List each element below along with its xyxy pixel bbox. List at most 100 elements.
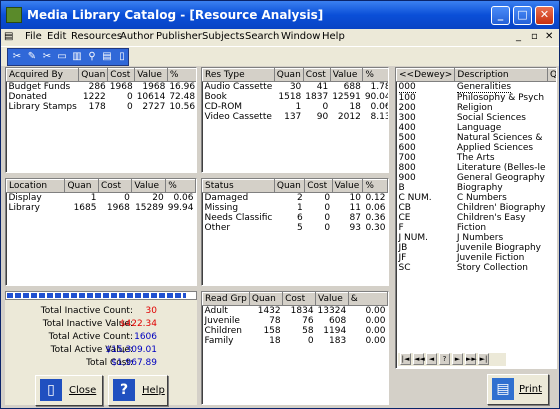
table-row[interactable]: 500 Natural Sciences & 1	[397, 133, 557, 143]
readgrp-header-4[interactable]: &	[347, 292, 388, 306]
menu-resources[interactable]: Resources	[71, 31, 122, 42]
tool-1-icon[interactable]: ✂	[10, 50, 24, 64]
acquired-header-1[interactable]: Quan	[78, 68, 109, 82]
table-row[interactable]: C NUM. C Numbers 57	[397, 193, 557, 203]
readgrp-header-2[interactable]: Cost	[282, 292, 317, 306]
restype-header-0[interactable]: Res Type	[202, 68, 275, 82]
readgrp-header-0[interactable]: Read Grp	[202, 292, 250, 306]
nav-button-3[interactable]: ?	[439, 353, 450, 365]
menu-window[interactable]: Window	[281, 31, 320, 42]
status-header-3[interactable]: Value	[331, 179, 364, 193]
tool-2-icon[interactable]: ✎	[25, 50, 39, 64]
table-row[interactable]: Needs Classific 6 0 87 0.36	[203, 213, 388, 223]
dewey-table[interactable]: <<Dewey>DescriptionQuan000Generalities11…	[395, 67, 557, 369]
menu-publisher[interactable]: Publisher	[156, 31, 202, 42]
table-row[interactable]: Display 1 0 20 0.06	[7, 193, 196, 204]
status-table[interactable]: Status Quan Cost Value% Damaged 2 0 10 0.12 Missi…	[201, 178, 389, 286]
menu-help[interactable]: Help	[322, 31, 345, 42]
mdi-minimize-icon[interactable]: _	[516, 31, 521, 42]
status-header-2[interactable]: Cost	[304, 179, 333, 193]
book-icon[interactable]: ▥	[70, 50, 84, 64]
tool-4-icon[interactable]: ▭	[55, 50, 69, 64]
nav-button-1[interactable]: ◄◄	[413, 353, 425, 365]
table-row[interactable]: JF Juvenile Fiction 41	[397, 253, 557, 263]
print-button[interactable]: ▤ Print	[487, 374, 549, 405]
status-header-0[interactable]: Status	[202, 179, 275, 193]
close-button[interactable]: ▯ Close	[35, 375, 103, 406]
dewey-header-0[interactable]: <<Dewey>	[396, 68, 456, 82]
maximize-button[interactable]: □	[513, 6, 532, 25]
table-row[interactable]: Adult 1432 1834 13324 0.00	[203, 306, 388, 317]
restype-header-3[interactable]: Value	[329, 68, 364, 82]
location-header-2[interactable]: Cost	[97, 179, 133, 193]
table-row[interactable]: Missing 1 0 11 0.06	[203, 203, 388, 213]
menu-search[interactable]: Search	[245, 31, 279, 42]
table-row[interactable]: Video Cassette 137 90 2012 8.13	[203, 112, 389, 122]
table-row[interactable]: F Fiction 273	[397, 223, 557, 233]
nav-button-0[interactable]: |◄	[400, 353, 411, 365]
table-row[interactable]: Audio Cassette 30 41 688 1.78	[203, 82, 389, 93]
minimize-button[interactable]: _	[491, 6, 510, 25]
close-window-button[interactable]: ✕	[535, 6, 554, 25]
location-header-1[interactable]: Quan	[64, 179, 99, 193]
location-table[interactable]: Location Quan Cost Value% Display 1 0 20 0.06 Lib…	[5, 178, 197, 286]
table-row[interactable]: 600 Applied Sciences 62	[397, 143, 557, 153]
readgrp-header-1[interactable]: Quan	[248, 292, 284, 306]
menu-icon[interactable]: ▤	[4, 31, 13, 42]
nav-button-4[interactable]: ►	[452, 353, 463, 365]
mdi-restore-icon[interactable]: ▫	[531, 31, 538, 42]
status-header-1[interactable]: Quan	[273, 179, 306, 193]
table-row[interactable]: 700 The Arts 43	[397, 153, 557, 163]
table-row[interactable]: Budget Funds 286 1968 1968 16.96	[7, 82, 197, 93]
table-row[interactable]: 800 Literature (Belles-le45	[397, 163, 557, 173]
nav-button-5[interactable]: ►►	[465, 353, 477, 365]
table-row[interactable]: Other 5 0 93 0.30	[203, 223, 388, 233]
title-bar[interactable]: Media Library Catalog - [Resource Analys…	[1, 1, 559, 29]
table-row[interactable]: J NUM. J Numbers 23	[397, 233, 557, 243]
menu-subjects[interactable]: Subjects	[202, 31, 245, 42]
readgrp-table[interactable]: Read Grp Quan Cost Value & Adult 1432 1834 13324…	[201, 291, 389, 405]
search-icon[interactable]: ⚲	[85, 50, 99, 64]
table-row[interactable]: 200 Religion 725	[397, 103, 557, 113]
nav-button-6[interactable]: ►|	[478, 353, 489, 365]
mdi-close-icon[interactable]: ✕	[545, 31, 553, 42]
exit-icon[interactable]: ▯	[115, 50, 129, 64]
print-icon[interactable]: ▤	[100, 50, 114, 64]
table-row[interactable]: Library 1685 1968 15289 99.94	[7, 203, 196, 213]
nav-button-2[interactable]: ◄	[426, 353, 437, 365]
table-row[interactable]: SC Story Collection 7	[397, 263, 557, 273]
status-header-4[interactable]: %	[362, 179, 388, 193]
table-row[interactable]: CB Children' Biography1	[397, 203, 557, 213]
location-header-3[interactable]: Value	[131, 179, 167, 193]
table-row[interactable]: Damaged 2 0 10 0.12	[203, 193, 388, 204]
table-row[interactable]: Children 158 58 1194 0.00	[203, 326, 388, 336]
table-row[interactable]: JB Juvenile Biography 13	[397, 243, 557, 253]
help-button[interactable]: ? Help	[108, 375, 168, 406]
acquired-header-3[interactable]: Value	[134, 68, 168, 82]
dewey-header-2[interactable]: Quan	[546, 68, 556, 82]
location-header-4[interactable]: %	[165, 179, 196, 193]
table-row[interactable]: B Biography 110	[397, 183, 557, 193]
table-row[interactable]: 400 Language 4	[397, 123, 557, 133]
table-row[interactable]: 000 Generalities 1	[397, 82, 557, 93]
table-row[interactable]: Library Stamps 178 0 2727 10.56	[7, 102, 197, 112]
acquired-header-0[interactable]: Acquired By	[6, 68, 80, 82]
acquired-header-2[interactable]: Cost	[107, 68, 136, 82]
restype-table[interactable]: Res Type Quan Cost Value% Audio Cassette 30 41…	[201, 67, 389, 173]
table-row[interactable]: 100 Philosophy & Psych63	[397, 93, 557, 103]
table-row[interactable]: 300 Social Sciences 132	[397, 113, 557, 123]
acquired-header-4[interactable]: %	[166, 68, 196, 82]
location-header-0[interactable]: Location	[6, 179, 66, 193]
menu-edit[interactable]: Edit	[47, 31, 66, 42]
restype-header-1[interactable]: Quan	[273, 68, 304, 82]
table-row[interactable]: Juvenile 78 76 608 0.00	[203, 316, 388, 326]
table-row[interactable]: Family 18 0 183 0.00	[203, 336, 388, 346]
readgrp-header-3[interactable]: Value	[315, 292, 349, 306]
table-row[interactable]: Book 1518 1837 12591 90.04	[203, 92, 389, 102]
restype-header-2[interactable]: Cost	[302, 68, 331, 82]
menu-author[interactable]: Author	[120, 31, 154, 42]
table-row[interactable]: Donated 1222 0 10614 72.48	[7, 92, 197, 102]
acquired-table[interactable]: Acquired By Quan Cost Value% Budget Funds 286…	[5, 67, 197, 173]
table-row[interactable]: CD-ROM 1 0 18 0.06	[203, 102, 389, 112]
table-row[interactable]: 900 General Geography19	[397, 173, 557, 183]
